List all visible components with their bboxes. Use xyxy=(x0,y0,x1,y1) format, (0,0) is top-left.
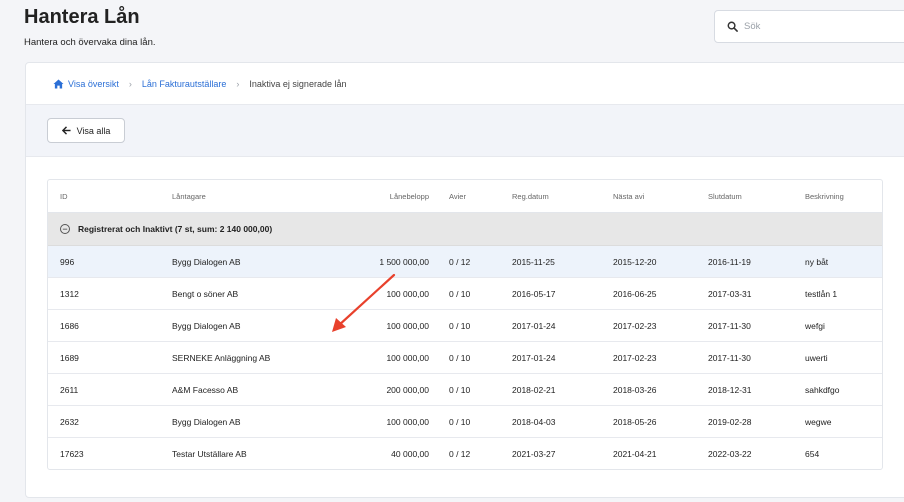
page-title: Hantera Lån xyxy=(24,6,140,28)
cell-borrower: Testar Utställare AB xyxy=(172,449,247,459)
show-all-label: Visa alla xyxy=(76,125,111,136)
table-row[interactable]: 17623 Testar Utställare AB 40 000,00 0 / 12… xyxy=(48,438,882,469)
cell-reg-date: 2021-03-27 xyxy=(512,449,556,459)
loans-table: ID Låntagare Lånebelopp Avier Reg.datum … xyxy=(47,179,883,470)
cell-reg-date: 2016-05-17 xyxy=(512,288,556,299)
breadcrumb-invoicers-link[interactable]: Lån Fakturautställare xyxy=(142,79,227,89)
toolbar: Visa alla xyxy=(26,105,904,157)
table-row[interactable]: 1689 SERNEKE Anläggning AB 100 000,00 0 / 1… xyxy=(48,342,882,374)
cell-borrower: SERNEKE Anläggning AB xyxy=(172,352,271,363)
cell-id: 17623 xyxy=(60,449,84,459)
table-body: 996 Bygg Dialogen AB 1 500 000,00 0 / 12 201… xyxy=(48,246,882,469)
cell-end-date: 2017-11-30 xyxy=(708,352,751,363)
arrow-left-icon xyxy=(61,126,71,135)
breadcrumb-separator-icon: › xyxy=(128,78,132,89)
cell-avier: 0 / 10 xyxy=(449,416,471,427)
cell-amount: 40 000,00 xyxy=(391,449,429,459)
column-header-avier[interactable]: Avier xyxy=(449,192,466,201)
cell-reg-date: 2018-04-03 xyxy=(512,416,556,427)
cell-next-notice: 2021-04-21 xyxy=(613,449,657,459)
table-header: ID Låntagare Lånebelopp Avier Reg.datum … xyxy=(48,180,882,213)
group-row[interactable]: − Registrerat och Inaktivt (7 st, sum: 2… xyxy=(48,213,882,246)
cell-id: 1689 xyxy=(60,352,79,363)
cell-avier: 0 / 10 xyxy=(449,320,471,331)
cell-avier: 0 / 10 xyxy=(449,288,471,299)
cell-end-date: 2022-03-22 xyxy=(708,449,752,459)
cell-next-notice: 2015-12-20 xyxy=(613,256,657,267)
cell-borrower: Bygg Dialogen AB xyxy=(172,320,241,331)
column-header-description[interactable]: Beskrivning xyxy=(805,192,844,201)
cell-description: wefgi xyxy=(805,320,825,331)
cell-description: ny båt xyxy=(805,256,829,267)
table-row[interactable]: 1312 Bengt o söner AB 100 000,00 0 / 10 2016… xyxy=(48,278,882,310)
cell-next-notice: 2018-03-26 xyxy=(613,384,657,395)
cell-description: 654 xyxy=(805,449,820,459)
cell-description: testlån 1 xyxy=(805,288,838,299)
search-box[interactable] xyxy=(714,10,904,43)
table-row[interactable]: 2632 Bygg Dialogen AB 100 000,00 0 / 10 2018… xyxy=(48,406,882,438)
cell-amount: 100 000,00 xyxy=(386,416,429,427)
cell-amount: 1 500 000,00 xyxy=(379,256,429,267)
cell-id: 2611 xyxy=(60,384,79,395)
cell-next-notice: 2018-05-26 xyxy=(613,416,657,427)
cell-avier: 0 / 10 xyxy=(449,384,471,395)
cell-reg-date: 2017-01-24 xyxy=(512,352,556,363)
cell-description: wegwe xyxy=(805,416,832,427)
table-row[interactable]: 2611 A&M Facesso AB 200 000,00 0 / 10 2018-0… xyxy=(48,374,882,406)
breadcrumb-overview-link[interactable]: Visa översikt xyxy=(68,79,119,89)
search-input[interactable] xyxy=(744,21,894,32)
cell-next-notice: 2016-06-25 xyxy=(613,288,657,299)
cell-id: 1312 xyxy=(60,288,79,299)
show-all-button[interactable]: Visa alla xyxy=(47,118,125,143)
breadcrumb-current: Inaktiva ej signerade lån xyxy=(249,78,347,89)
cell-description: sahkdfgo xyxy=(805,384,840,395)
column-header-reg-date[interactable]: Reg.datum xyxy=(512,192,549,201)
cell-avier: 0 / 12 xyxy=(449,449,471,459)
cell-borrower: Bygg Dialogen AB xyxy=(172,256,241,267)
cell-reg-date: 2017-01-24 xyxy=(512,320,556,331)
column-header-amount[interactable]: Lånebelopp xyxy=(348,192,429,201)
group-label: Registrerat och Inaktivt (7 st, sum: 2 1… xyxy=(78,224,273,234)
cell-end-date: 2017-11-30 xyxy=(708,320,751,331)
table-row[interactable]: 1686 Bygg Dialogen AB 100 000,00 0 / 10 2017… xyxy=(48,310,882,342)
main-card: Visa översikt › Lån Fakturautställare › … xyxy=(25,62,904,498)
cell-borrower: Bengt o söner AB xyxy=(172,288,239,299)
collapse-group-icon[interactable]: − xyxy=(60,224,70,234)
table-row[interactable]: 996 Bygg Dialogen AB 1 500 000,00 0 / 12 201… xyxy=(48,246,882,278)
search-icon xyxy=(727,21,738,32)
cell-borrower: Bygg Dialogen AB xyxy=(172,416,241,427)
cell-borrower: A&M Facesso AB xyxy=(172,384,239,395)
page-subtitle: Hantera och övervaka dina lån. xyxy=(24,37,156,48)
column-header-id[interactable]: ID xyxy=(60,192,68,201)
cell-reg-date: 2018-02-21 xyxy=(512,384,556,395)
cell-end-date: 2018-12-31 xyxy=(708,384,752,395)
cell-next-notice: 2017-02-23 xyxy=(613,320,657,331)
cell-end-date: 2016-11-19 xyxy=(708,256,751,267)
home-icon[interactable] xyxy=(53,78,64,89)
cell-end-date: 2019-02-28 xyxy=(708,416,752,427)
column-header-borrower[interactable]: Låntagare xyxy=(172,192,206,201)
cell-description: uwerti xyxy=(805,352,828,363)
breadcrumb-separator-icon: › xyxy=(236,78,240,89)
column-header-next-notice[interactable]: Nästa avi xyxy=(613,192,644,201)
cell-id: 996 xyxy=(60,256,75,267)
cell-id: 2632 xyxy=(60,416,79,427)
cell-id: 1686 xyxy=(60,320,79,331)
cell-amount: 200 000,00 xyxy=(386,384,429,395)
cell-reg-date: 2015-11-25 xyxy=(512,256,555,267)
cell-next-notice: 2017-02-23 xyxy=(613,352,657,363)
cell-avier: 0 / 12 xyxy=(449,256,471,267)
cell-amount: 100 000,00 xyxy=(386,288,429,299)
cell-avier: 0 / 10 xyxy=(449,352,471,363)
breadcrumb: Visa översikt › Lån Fakturautställare › … xyxy=(26,63,904,105)
cell-end-date: 2017-03-31 xyxy=(708,288,752,299)
cell-amount: 100 000,00 xyxy=(386,320,429,331)
cell-amount: 100 000,00 xyxy=(386,352,429,363)
column-header-end-date[interactable]: Slutdatum xyxy=(708,192,742,201)
